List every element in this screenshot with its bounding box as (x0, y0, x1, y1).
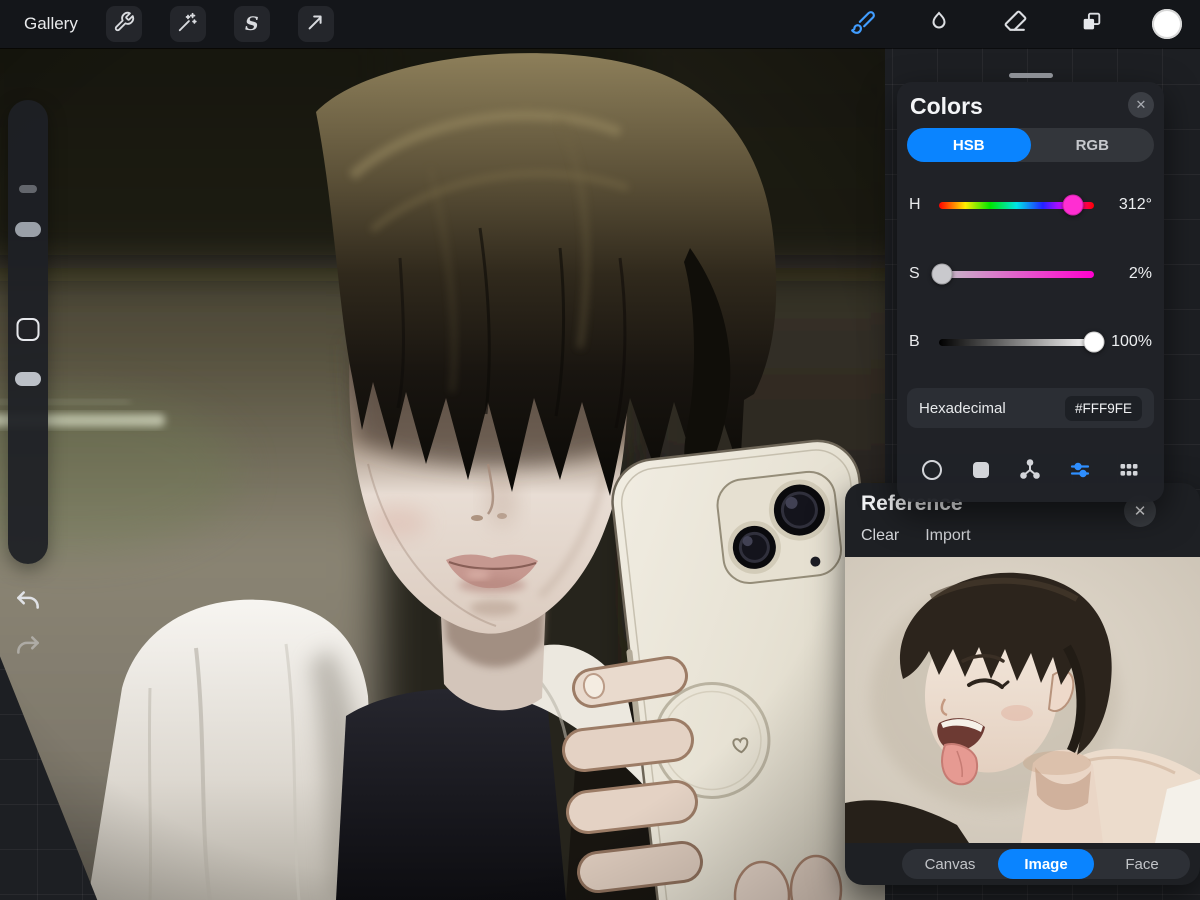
close-icon: ✕ (1135, 97, 1147, 112)
colors-title: Colors (910, 93, 983, 119)
classic-mode-button[interactable] (967, 458, 995, 486)
reference-clear-button[interactable]: Clear (861, 527, 899, 545)
classic-square-icon (969, 458, 993, 487)
brightness-label: B (909, 333, 920, 350)
harmony-icon (1018, 458, 1042, 487)
gallery-button[interactable]: Gallery (24, 14, 78, 34)
transform-button[interactable] (297, 6, 334, 42)
reference-import-button[interactable]: Import (925, 527, 970, 545)
disc-mode-button[interactable] (918, 458, 946, 486)
disc-icon (920, 458, 944, 487)
brightness-slider-knob[interactable] (1083, 331, 1105, 353)
saturation-slider-row: S 2% (909, 259, 1152, 289)
hex-value-field[interactable]: #FFF9FE (1064, 395, 1142, 421)
undo-icon (13, 591, 43, 619)
panel-drag-handle[interactable] (1008, 73, 1053, 78)
brightness-slider-row: B 100% (909, 327, 1152, 357)
saturation-slider[interactable] (931, 263, 1094, 285)
eraser-tool-button[interactable] (998, 7, 1032, 41)
brush-tool-button[interactable] (846, 7, 880, 41)
palettes-grid-icon (1117, 458, 1141, 487)
smudge-tool-button[interactable] (922, 7, 956, 41)
value-sliders-icon (1068, 458, 1092, 487)
brush-sidebar (8, 100, 48, 564)
color-mode-segmented-control: HSB RGB (907, 128, 1154, 162)
transform-arrow-icon (305, 11, 327, 38)
undo-button[interactable] (13, 585, 43, 620)
color-swatch (1152, 9, 1182, 39)
brightness-value: 100% (1111, 333, 1152, 350)
hue-slider-row: H 312° (909, 190, 1152, 220)
saturation-value: 2% (1128, 265, 1152, 282)
reference-tab-bar: Canvas Image Face (902, 849, 1190, 879)
reference-tab-image[interactable]: Image (998, 849, 1094, 879)
actions-button[interactable] (105, 6, 142, 42)
palettes-mode-button[interactable] (1115, 458, 1143, 486)
redo-icon (13, 636, 43, 664)
harmony-mode-button[interactable] (1016, 458, 1044, 486)
selection-icon: S (244, 12, 259, 35)
reference-image[interactable] (845, 557, 1200, 843)
wrench-icon (113, 11, 135, 38)
hexadecimal-label: Hexadecimal (919, 399, 1006, 417)
saturation-label: S (909, 265, 920, 282)
hue-slider-knob[interactable] (1062, 194, 1084, 216)
hue-value: 312° (1118, 196, 1152, 213)
smudge-icon (927, 10, 951, 39)
layers-button[interactable] (1074, 7, 1108, 41)
brightness-slider[interactable] (939, 331, 1105, 353)
hue-slider[interactable] (939, 194, 1094, 216)
colors-panel: Colors ✕ HSB RGB H 312° S 2% B 100% Hexa… (897, 73, 1164, 502)
brush-size-notch (19, 185, 37, 193)
layers-icon (1079, 9, 1104, 39)
magic-wand-icon (177, 11, 199, 38)
rgb-tab[interactable]: RGB (1031, 128, 1155, 162)
colors-close-button[interactable]: ✕ (1128, 92, 1154, 118)
adjustments-button[interactable] (169, 6, 206, 42)
redo-button[interactable] (13, 630, 43, 665)
color-panel-mode-bar (907, 450, 1154, 494)
modify-button[interactable] (16, 318, 40, 341)
brush-icon (850, 9, 876, 40)
close-icon: ✕ (1133, 503, 1147, 520)
brush-size-slider[interactable] (15, 222, 41, 237)
hexadecimal-row: Hexadecimal #FFF9FE (907, 388, 1154, 428)
canvas-artwork[interactable] (0, 48, 885, 900)
hue-label: H (909, 196, 921, 213)
reference-tab-canvas[interactable]: Canvas (902, 849, 998, 879)
selection-button[interactable]: S (233, 6, 270, 42)
active-color-button[interactable] (1150, 7, 1184, 41)
top-toolbar: Gallery S (0, 0, 1200, 48)
value-mode-button[interactable] (1066, 458, 1094, 486)
hsb-tab[interactable]: HSB (907, 128, 1031, 162)
reference-tab-face[interactable]: Face (1094, 849, 1190, 879)
procreate-app: Gallery S Reference ✕ Clear Import Canva… (0, 0, 1200, 900)
reference-panel: Reference ✕ Clear Import Canvas Image Fa… (845, 483, 1200, 885)
eraser-icon (1003, 9, 1028, 39)
opacity-slider[interactable] (15, 372, 41, 386)
saturation-slider-knob[interactable] (931, 263, 953, 285)
